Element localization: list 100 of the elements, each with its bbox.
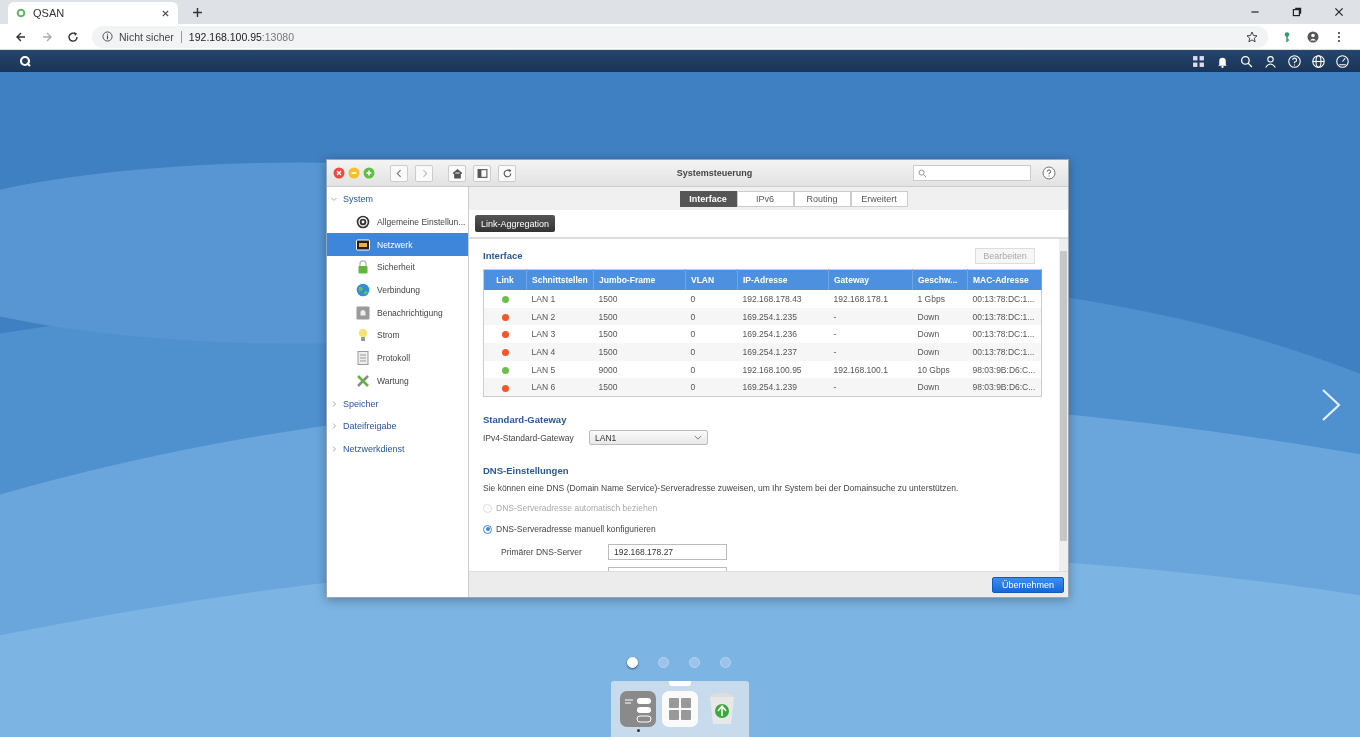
table-cell: 1500 bbox=[598, 293, 618, 304]
sidebar-item[interactable]: Strom bbox=[327, 324, 468, 347]
browser-tab[interactable]: QSAN bbox=[8, 2, 178, 24]
table-cell: 0 bbox=[690, 311, 696, 322]
tab[interactable]: IPv6 bbox=[736, 190, 794, 207]
field-label: IPv4-Standard-Gateway bbox=[483, 432, 575, 443]
close-icon[interactable] bbox=[1333, 6, 1345, 18]
back-button[interactable] bbox=[390, 164, 408, 182]
refresh-button[interactable] bbox=[498, 164, 516, 182]
scrollbar-thumb[interactable] bbox=[1060, 251, 1067, 541]
table-cell: 192.168.100.1 bbox=[833, 364, 888, 375]
table-cell: 0 bbox=[690, 329, 696, 340]
table-cell: - bbox=[833, 311, 837, 322]
tab[interactable]: Interface bbox=[679, 190, 737, 207]
table-cell: LAN 6 bbox=[531, 382, 556, 393]
table-cell: 0 bbox=[690, 382, 696, 393]
table-cell: 1500 bbox=[598, 329, 618, 340]
page-dot[interactable] bbox=[720, 657, 731, 668]
reload-icon[interactable] bbox=[67, 30, 79, 43]
sidebar-group[interactable]: Dateifreigabe bbox=[327, 414, 468, 438]
user-icon[interactable] bbox=[1263, 54, 1277, 68]
sidebar-group[interactable]: Speicher bbox=[327, 392, 468, 415]
info-icon bbox=[102, 31, 113, 42]
refresh-icon bbox=[501, 167, 513, 179]
dns-server-field[interactable]: 192.168.178.27 bbox=[608, 544, 727, 561]
table-cell: 00:13:78:DC:1... bbox=[972, 329, 1035, 340]
sidebar-item[interactable]: Netzwerk bbox=[327, 233, 468, 257]
table-cell: - bbox=[833, 329, 837, 340]
sidebar-toggle-button[interactable] bbox=[473, 164, 491, 182]
radio-button[interactable] bbox=[483, 524, 492, 534]
globe-icon bbox=[356, 283, 370, 298]
sidebar-group[interactable]: System bbox=[327, 188, 468, 211]
panel-icon bbox=[476, 167, 488, 179]
sidebar-item[interactable]: Verbindung bbox=[327, 278, 468, 302]
table-cell: Down bbox=[917, 382, 940, 393]
chevron-icon bbox=[330, 444, 338, 453]
chevron-icon bbox=[330, 422, 338, 431]
sidebar-item[interactable]: Protokoll bbox=[327, 346, 468, 370]
section-title: DNS-Einstellungen bbox=[483, 465, 570, 477]
link-aggregation-button[interactable]: Link-Aggregation bbox=[475, 215, 556, 232]
table-cell: 1500 bbox=[598, 346, 618, 357]
table-cell: LAN 1 bbox=[531, 293, 556, 304]
section-title: Interface bbox=[483, 250, 523, 261]
field-label: Primärer DNS-Server bbox=[500, 547, 583, 558]
apps-icon[interactable] bbox=[1191, 54, 1205, 68]
description-text: Sie können eine DNS (Domain Name Service)-Serveradresse zuweisen, um Ihr System bei der Domainsuche zu unterstützen. bbox=[483, 483, 960, 494]
table-cell: LAN 3 bbox=[531, 329, 556, 340]
table-cell: LAN 5 bbox=[531, 364, 556, 375]
back-icon[interactable] bbox=[15, 30, 27, 43]
table-cell: 98:03:9B:D6:C... bbox=[972, 382, 1036, 393]
table-cell: - bbox=[833, 382, 837, 393]
table-cell: 0 bbox=[690, 293, 696, 304]
table-cell: Down bbox=[917, 346, 940, 357]
logo-icon[interactable] bbox=[19, 55, 31, 67]
table-cell: 00:13:78:DC:1... bbox=[972, 346, 1035, 357]
search-icon bbox=[918, 168, 927, 178]
table-cell: 169.254.1.236 bbox=[742, 329, 797, 340]
table-cell: 1 Gbps bbox=[917, 293, 945, 304]
radio-label: DNS-Serveradresse automatisch beziehen bbox=[496, 503, 658, 514]
page-dot[interactable] bbox=[689, 657, 700, 668]
star-icon[interactable] bbox=[1246, 30, 1258, 43]
table-cell: Down bbox=[917, 329, 940, 340]
home-button[interactable] bbox=[448, 164, 466, 182]
chevron-icon bbox=[330, 399, 338, 408]
table-cell: 169.254.1.239 bbox=[742, 382, 797, 393]
page-dot[interactable] bbox=[658, 657, 669, 668]
gateway-dropdown[interactable]: LAN1 bbox=[589, 430, 708, 446]
maximize-icon[interactable] bbox=[363, 167, 375, 179]
forward-icon[interactable] bbox=[41, 30, 53, 43]
table-cell: 00:13:78:DC:1... bbox=[972, 311, 1035, 322]
restore-icon[interactable] bbox=[1291, 6, 1303, 18]
table-cell: 10 Gbps bbox=[917, 364, 950, 375]
search-icon[interactable] bbox=[1239, 54, 1253, 68]
sidebar-item[interactable]: Wartung bbox=[327, 369, 468, 393]
globe-icon[interactable] bbox=[1311, 54, 1325, 68]
gauge-icon[interactable] bbox=[1335, 54, 1349, 68]
tab[interactable]: Routing bbox=[793, 190, 851, 207]
document-icon bbox=[356, 351, 370, 366]
apply-button[interactable]: Übernehmen bbox=[991, 576, 1064, 593]
search-field[interactable] bbox=[913, 165, 1031, 181]
address-field[interactable]: Nicht sicher 192.168.100.95:13080 bbox=[92, 25, 1268, 48]
sidebar-item[interactable]: Allgemeine Einstellun... bbox=[327, 210, 468, 234]
sidebar-item[interactable]: Sicherheit bbox=[327, 256, 468, 279]
table-cell: LAN 2 bbox=[531, 311, 556, 322]
tab[interactable]: Erweitert bbox=[850, 190, 908, 207]
sidebar-item[interactable]: Benachrichtigung bbox=[327, 301, 468, 325]
table-cell: 9000 bbox=[598, 364, 618, 375]
table-cell: 192.168.178.1 bbox=[833, 293, 888, 304]
new-tab-icon[interactable] bbox=[192, 7, 203, 18]
sidebar-group[interactable]: Netzwerkdienst bbox=[327, 437, 468, 461]
lock-icon bbox=[356, 260, 370, 275]
account-icon[interactable] bbox=[1307, 30, 1319, 43]
table-cell: - bbox=[833, 346, 837, 357]
tools-icon bbox=[356, 373, 370, 388]
table-cell: 0 bbox=[690, 364, 696, 375]
close-icon[interactable] bbox=[161, 8, 170, 18]
section-title: Standard-Gateway bbox=[483, 414, 568, 426]
gear-icon bbox=[356, 215, 370, 230]
window-title: Systemsteuerung bbox=[675, 168, 754, 178]
notification-icon bbox=[356, 305, 370, 320]
